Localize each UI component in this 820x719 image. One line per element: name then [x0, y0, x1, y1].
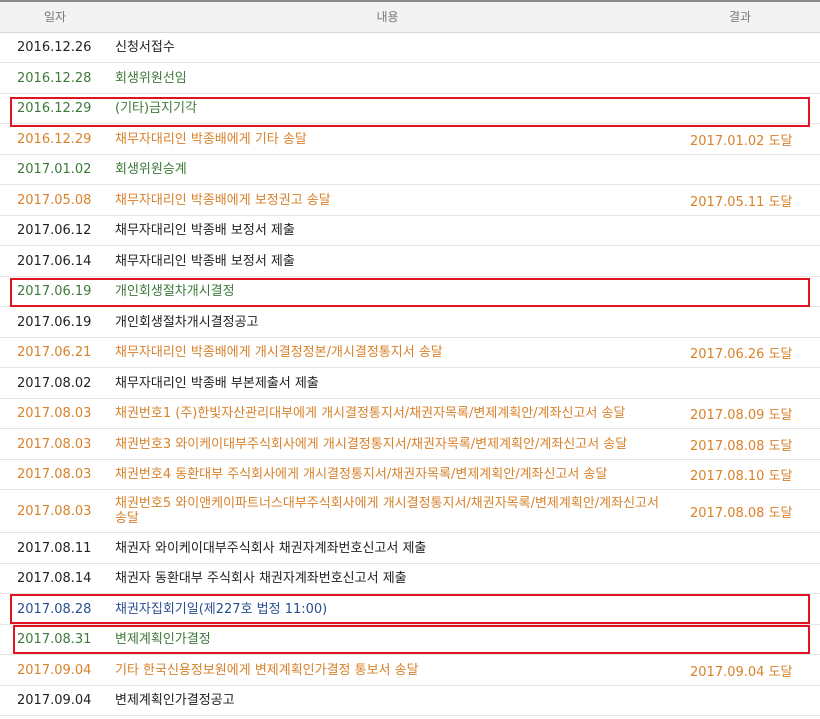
table-row: 2016.12.28 회생위원선임: [0, 63, 820, 94]
table-row: 2017.08.02 채무자대리인 박종배 부본제출서 제출: [0, 368, 820, 399]
table-row: 2017.08.03 채권번호4 동환대부 주식회사에게 개시결정통지서/채권자목…: [0, 460, 820, 490]
table-row: 2017.01.02 회생위원승계: [0, 155, 820, 185]
row-date: 2017.08.03: [17, 406, 92, 421]
table-row: 2017.08.03 채권번호5 와이앤케이파트너스대부주식회사에게 개시결정통지…: [0, 490, 820, 533]
row-result: [690, 94, 815, 123]
row-date: 2017.08.31: [17, 632, 92, 647]
row-result: [690, 594, 815, 624]
row-content: 변제계획인가결정: [115, 632, 211, 647]
row-date: 2017.08.03: [17, 436, 92, 452]
table-row: 2016.12.29 채무자대리인 박종배에게 기타 송달 2017.01.02 도…: [0, 124, 820, 155]
case-history-table: 일자 내용 결과 2016.12.26 신청서접수 2016.12.28 회생위원선임…: [0, 0, 820, 719]
table-row: 2016.12.26 신청서접수: [0, 33, 820, 63]
table-row: 2017.06.12 채무자대리인 박종배 보정서 제출: [0, 216, 820, 246]
row-result: [690, 246, 815, 276]
row-date: 2017.08.11: [17, 540, 92, 556]
table-row: 2017.06.14 채무자대리인 박종배 보정서 제출: [0, 246, 820, 277]
row-date: 2016.12.29: [17, 101, 92, 116]
row-date: 2017.06.19: [17, 284, 92, 299]
row-result: 2017.01.02 도달: [690, 133, 793, 149]
row-result: 2017.06.26 도달: [690, 347, 793, 362]
row-content: 신청서접수: [115, 40, 175, 55]
table-row: 2017.08.14 채권자 동환대부 주식회사 채권자계좌번호신고서 제출: [0, 564, 820, 594]
row-content: 채무자대리인 박종배 보정서 제출: [115, 223, 295, 238]
row-content: 채권번호5 와이앤케이파트너스대부주식회사에게 개시결정통지서/채권자목록/변제…: [115, 496, 659, 526]
row-content: (기타)금지기각: [115, 101, 197, 116]
row-content: 회생위원선임: [115, 70, 187, 86]
table-header: 일자 내용 결과: [0, 0, 820, 33]
row-date: 2017.09.04: [17, 662, 92, 678]
row-date: 2017.06.12: [17, 223, 92, 238]
row-result: 2017.08.09 도달: [690, 408, 793, 423]
row-content: 채권자집회기일(제227호 법정 11:00): [115, 601, 328, 617]
row-content: 채무자대리인 박종배에게 보정권고 송달: [115, 192, 331, 208]
table-row: 2017.08.31 변제계획인가결정: [0, 625, 820, 655]
row-result: [690, 216, 815, 245]
row-date: 2017.06.14: [17, 253, 92, 269]
row-content: 채권번호3 와이케이대부주식회사에게 개시결정통지서/채권자목록/변제계획안/계…: [115, 436, 628, 452]
row-result: [690, 307, 815, 337]
row-date: 2016.12.28: [17, 70, 92, 86]
row-content: 채권자 동환대부 주식회사 채권자계좌번호신고서 제출: [115, 571, 407, 586]
column-header-content: 내용: [376, 10, 399, 24]
table-row: 2017.08.03 채권번호3 와이케이대부주식회사에게 개시결정통지서/채권자…: [0, 429, 820, 460]
table-row: 2017.06.19 개인회생절차개시결정: [0, 277, 820, 307]
row-content: 채무자대리인 박종배 부본제출서 제출: [115, 375, 319, 391]
column-header-date: 일자: [43, 10, 67, 24]
row-content: 채무자대리인 박종배에게 개시결정정본/개시결정통지서 송달: [115, 345, 443, 360]
row-date: 2016.12.26: [17, 40, 92, 55]
row-date: 2017.08.03: [17, 467, 92, 482]
row-result: [690, 533, 815, 563]
row-result: [690, 686, 815, 715]
row-content: 채권번호4 동환대부 주식회사에게 개시결정통지서/채권자목록/변제계획안/계좌…: [115, 467, 608, 482]
row-content: 회생위원승계: [115, 162, 187, 177]
row-content: 개인회생절차개시결정: [115, 284, 235, 299]
row-date: 2016.12.29: [17, 131, 92, 147]
table-row: 2017.08.03 채권번호1 (주)한빛자산관리대부에게 개시결정통지서/채권…: [0, 399, 820, 429]
table-row: 2017.06.21 채무자대리인 박종배에게 개시결정정본/개시결정통지서 송달…: [0, 338, 820, 368]
table-row: 2017.06.19 개인회생절차개시결정공고: [0, 307, 820, 338]
row-date: 2017.05.08: [17, 192, 92, 208]
row-date: 2017.09.04: [17, 693, 92, 708]
row-result: [690, 625, 815, 654]
table-row: 2016.12.29 (기타)금지기각: [0, 94, 820, 124]
row-content: 채무자대리인 박종배 보정서 제출: [115, 253, 295, 269]
row-result: [690, 277, 815, 306]
row-date: 2017.08.02: [17, 375, 92, 391]
row-result: [690, 368, 815, 398]
row-date: 2017.08.14: [17, 571, 92, 586]
row-result: [690, 33, 815, 62]
row-result: 2017.08.08 도달: [690, 505, 793, 521]
row-content: 기타 한국신용정보원에게 변제계획인가결정 통보서 송달: [115, 662, 419, 678]
row-date: 2017.01.02: [17, 162, 92, 177]
row-result: 2017.09.04 도달: [690, 664, 793, 680]
table-row: 2017.08.28 채권자집회기일(제227호 법정 11:00): [0, 594, 820, 625]
row-content: 채무자대리인 박종배에게 기타 송달: [115, 131, 307, 147]
row-date: 2017.08.03: [17, 503, 92, 519]
row-content: 변제계획인가결정공고: [115, 693, 235, 708]
table-row: 2017.09.04 변제계획인가결정공고: [0, 686, 820, 716]
row-result: 2017.05.11 도달: [690, 194, 793, 210]
row-date: 2017.08.28: [17, 601, 92, 617]
row-result: [690, 63, 815, 93]
table-row: 2017.05.08 채무자대리인 박종배에게 보정권고 송달 2017.05.11…: [0, 185, 820, 216]
row-result: [690, 155, 815, 184]
row-result: 2017.08.08 도달: [690, 438, 793, 454]
row-result: [690, 564, 815, 593]
table-row: 2017.08.11 채권자 와이케이대부주식회사 채권자계좌번호신고서 제출: [0, 533, 820, 564]
row-date: 2017.06.19: [17, 314, 92, 330]
row-content: 채권번호1 (주)한빛자산관리대부에게 개시결정통지서/채권자목록/변제계획안/…: [115, 406, 626, 421]
row-date: 2017.06.21: [17, 345, 92, 360]
row-content: 채권자 와이케이대부주식회사 채권자계좌번호신고서 제출: [115, 540, 427, 556]
row-result: 2017.08.10 도달: [690, 469, 793, 484]
row-content: 개인회생절차개시결정공고: [115, 314, 259, 330]
table-row: 2017.09.04 기타 한국신용정보원에게 변제계획인가결정 통보서 송달 20…: [0, 655, 820, 686]
column-header-result: 결과: [728, 10, 752, 24]
